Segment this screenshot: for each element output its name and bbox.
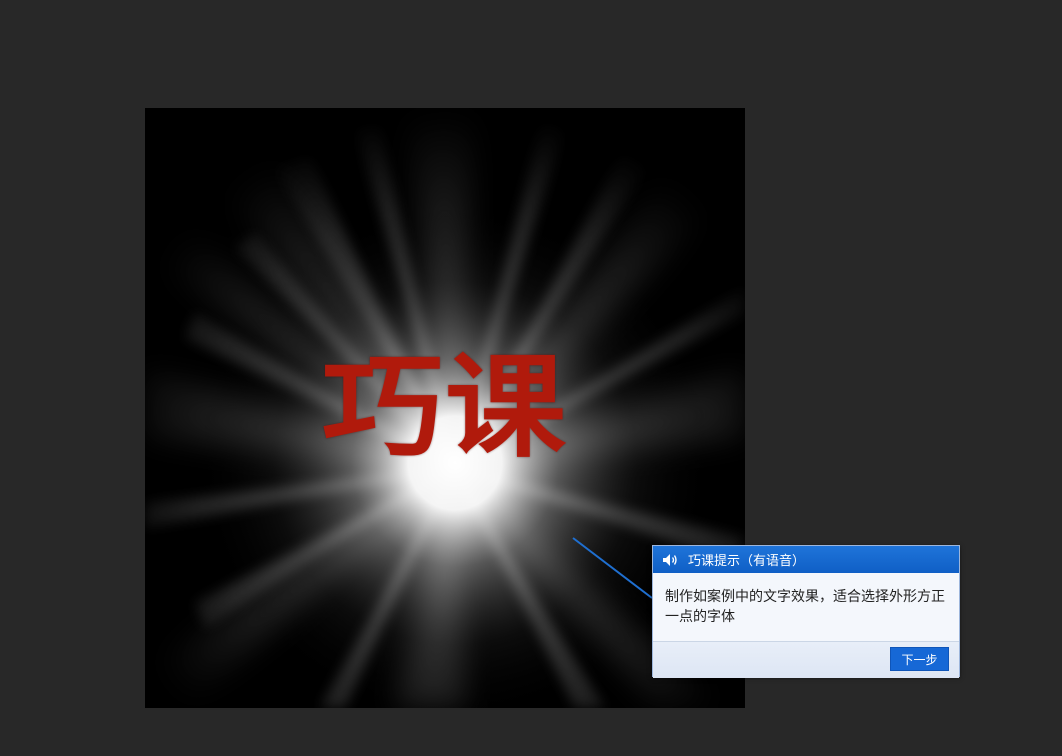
- speaker-icon[interactable]: [662, 553, 678, 567]
- workspace: 巧课 巧课提示（有语音） 制作如案例中的文字效果，适合选择外形方正一点的字体 下…: [0, 0, 1062, 756]
- hint-footer: 下一步: [653, 641, 959, 678]
- hint-header: 巧课提示（有语音）: [653, 546, 959, 573]
- hint-title: 巧课提示（有语音）: [688, 554, 806, 569]
- hint-message: 制作如案例中的文字效果，适合选择外形方正一点的字体: [653, 573, 959, 641]
- next-step-button[interactable]: 下一步: [890, 647, 949, 671]
- hint-panel: 巧课提示（有语音） 制作如案例中的文字效果，适合选择外形方正一点的字体 下一步: [652, 545, 960, 678]
- art-text: 巧课: [321, 343, 569, 473]
